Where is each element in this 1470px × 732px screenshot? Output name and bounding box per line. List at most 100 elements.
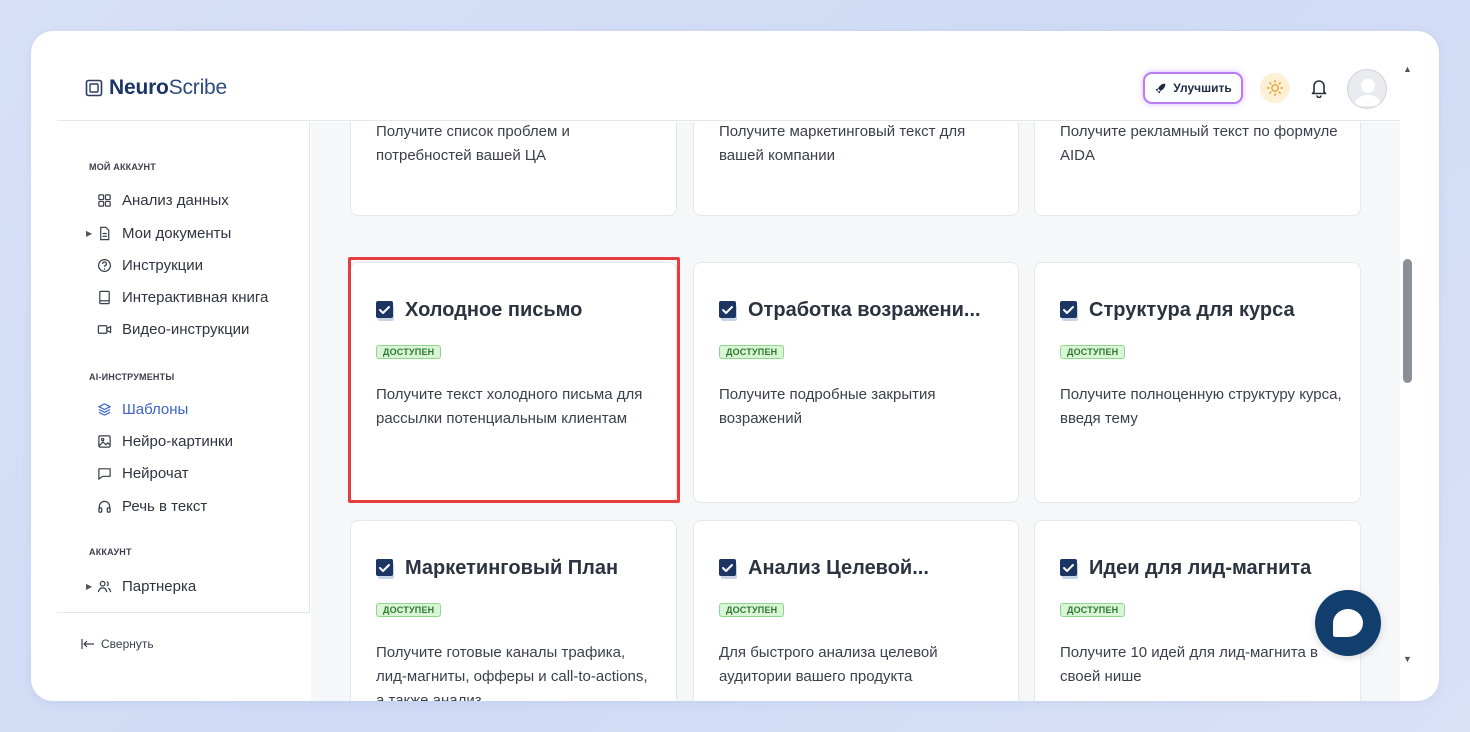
app-window: NeuroScribe Улучшить МОЙ АККАУНТ Анализ … xyxy=(31,31,1439,701)
status-badge: ДОСТУПЕН xyxy=(719,345,785,359)
sidebar-item-speech-to-text[interactable]: Речь в текст xyxy=(97,495,207,517)
checkbox-icon xyxy=(1060,558,1078,579)
sidebar-item-label: Нейро-картинки xyxy=(122,432,233,450)
users-icon xyxy=(97,580,112,592)
card-title-text: Маркетинговый План xyxy=(405,557,619,579)
card-description: Для быстрого анализа целевой аудитории в… xyxy=(719,644,938,685)
sidebar-item-label: Анализ данных xyxy=(122,191,229,209)
scroll-down-icon[interactable]: ▼ xyxy=(1403,654,1412,664)
sidebar-item-interactive-book[interactable]: Интерактивная книга xyxy=(97,286,268,308)
sidebar-item-label: Интерактивная книга xyxy=(122,288,269,306)
collapse-button[interactable]: Свернуть xyxy=(81,637,154,651)
collapse-left-icon xyxy=(81,639,94,649)
card-title: Холодное письмо xyxy=(375,299,582,322)
checkbox-icon xyxy=(719,558,737,579)
caret-right-icon: ▶ xyxy=(86,582,93,591)
top-header: NeuroScribe Улучшить xyxy=(57,31,1400,121)
chat-bubble-icon xyxy=(1333,609,1363,637)
chat-support-button[interactable] xyxy=(1315,590,1381,656)
sidebar-item-label: Шаблоны xyxy=(122,400,189,418)
sidebar-item-neuro-images[interactable]: Нейро-картинки xyxy=(97,430,233,452)
card-title: Идеи для лид-магнита xyxy=(1059,557,1311,580)
card-description: Получите подробные закрытия возражений xyxy=(719,386,936,427)
sidebar-item-label: Нейрочат xyxy=(122,464,189,482)
image-icon xyxy=(98,434,111,448)
card-description: Получите маркетинговый текст для вашей к… xyxy=(719,123,966,164)
headphones-icon xyxy=(98,500,111,513)
status-badge: ДОСТУПЕН xyxy=(1060,345,1126,359)
template-card-top-3[interactable]: Получите рекламный текст по формуле AIDA xyxy=(1034,122,1361,216)
user-avatar-icon xyxy=(1354,79,1382,106)
card-description: Получите полноценную структуру курса, вв… xyxy=(1060,386,1342,427)
collapse-label: Свернуть xyxy=(101,637,154,651)
scrollbar-thumb[interactable] xyxy=(1403,259,1412,383)
checkbox-icon xyxy=(376,300,394,321)
card-title: Отработка возражени... xyxy=(718,299,981,322)
template-card-cold-letter[interactable]: Холодное письмо ДОСТУПЕН Получите текст … xyxy=(350,262,677,503)
upgrade-button[interactable]: Улучшить xyxy=(1143,72,1243,104)
template-card-objections[interactable]: Отработка возражени... ДОСТУПЕН Получите… xyxy=(693,262,1019,503)
chat-icon xyxy=(98,467,111,480)
sun-icon xyxy=(1266,79,1284,97)
card-title: Маркетинговый План xyxy=(375,557,618,580)
rocket-icon xyxy=(1155,83,1166,93)
sidebar-item-label: Речь в текст xyxy=(122,497,208,515)
card-description: Получите готовые каналы трафика, лид-маг… xyxy=(376,644,648,701)
logo-regular: Scribe xyxy=(168,76,228,99)
book-icon xyxy=(99,290,110,304)
document-icon xyxy=(100,226,110,240)
card-title-text: Отработка возражени... xyxy=(748,299,981,321)
sidebar: МОЙ АККАУНТ Анализ данных ▶ Мои документ… xyxy=(57,122,310,701)
sidebar-section-account: АККАУНТ xyxy=(89,547,132,557)
card-description: Получите рекламный текст по формуле AIDA xyxy=(1060,123,1338,164)
sidebar-item-label: Видео-инструкции xyxy=(122,320,250,338)
sidebar-item-label: Инструкции xyxy=(122,256,204,274)
sidebar-item-neurochat[interactable]: Нейрочат xyxy=(97,462,189,484)
card-description: Получите список проблем и потребностей в… xyxy=(376,123,570,164)
notifications-button[interactable] xyxy=(1307,75,1331,101)
template-card-marketing-plan[interactable]: Маркетинговый План ДОСТУПЕН Получите гот… xyxy=(350,520,677,701)
card-title-text: Холодное письмо xyxy=(405,299,583,321)
card-title: Структура для курса xyxy=(1059,299,1295,322)
templates-grid: Получите список проблем и потребностей в… xyxy=(311,122,1400,701)
layers-icon xyxy=(98,402,111,416)
caret-right-icon: ▶ xyxy=(86,229,93,238)
sidebar-item-label: Мои документы xyxy=(122,224,232,242)
status-badge: ДОСТУПЕН xyxy=(719,603,785,617)
scroll-up-icon[interactable]: ▲ xyxy=(1403,64,1412,74)
sidebar-item-templates[interactable]: Шаблоны xyxy=(97,398,188,420)
bell-icon xyxy=(1311,80,1327,98)
sidebar-item-data-analysis[interactable]: Анализ данных xyxy=(97,189,229,211)
template-card-lead-magnet-ideas[interactable]: Идеи для лид-магнита ДОСТУПЕН Получите 1… xyxy=(1034,520,1361,701)
status-badge: ДОСТУПЕН xyxy=(376,345,442,359)
sidebar-item-my-documents[interactable]: ▶ Мои документы xyxy=(86,222,232,244)
card-description: Получите 10 идей для лид-магнита в своей… xyxy=(1060,644,1318,685)
template-card-target-analysis[interactable]: Анализ Целевой... ДОСТУПЕН Для быстрого … xyxy=(693,520,1019,701)
help-circle-icon xyxy=(97,258,112,272)
card-title-text: Анализ Целевой... xyxy=(748,557,929,579)
theme-toggle[interactable] xyxy=(1260,73,1290,103)
logo-bold: Neuro xyxy=(109,76,169,99)
card-title-text: Структура для курса xyxy=(1089,299,1295,321)
sidebar-section-ai-tools: AI-ИНСТРУМЕНТЫ xyxy=(89,372,175,382)
card-title-text: Идеи для лид-магнита xyxy=(1089,557,1312,579)
sidebar-footer: Свернуть xyxy=(57,612,310,701)
template-card-top-2[interactable]: Получите маркетинговый текст для вашей к… xyxy=(693,122,1019,216)
sidebar-item-partner[interactable]: ▶ Партнерка xyxy=(86,575,196,597)
card-description: Получите текст холодного письма для расс… xyxy=(376,386,643,427)
logo[interactable]: NeuroScribe xyxy=(85,76,227,100)
grid-icon xyxy=(98,193,111,207)
video-icon xyxy=(97,324,112,334)
logo-icon xyxy=(85,79,103,97)
status-badge: ДОСТУПЕН xyxy=(1060,603,1126,617)
card-title: Анализ Целевой... xyxy=(718,557,929,580)
sidebar-item-instructions[interactable]: Инструкции xyxy=(97,254,203,276)
checkbox-icon xyxy=(1060,300,1078,321)
sidebar-item-video-instructions[interactable]: Видео-инструкции xyxy=(97,318,249,340)
avatar[interactable] xyxy=(1347,69,1387,109)
template-card-top-1[interactable]: Получите список проблем и потребностей в… xyxy=(350,122,677,216)
upgrade-label: Улучшить xyxy=(1173,81,1232,95)
logo-text: NeuroScribe xyxy=(109,76,227,100)
checkbox-icon xyxy=(719,300,737,321)
template-card-course-structure[interactable]: Структура для курса ДОСТУПЕН Получите по… xyxy=(1034,262,1361,503)
